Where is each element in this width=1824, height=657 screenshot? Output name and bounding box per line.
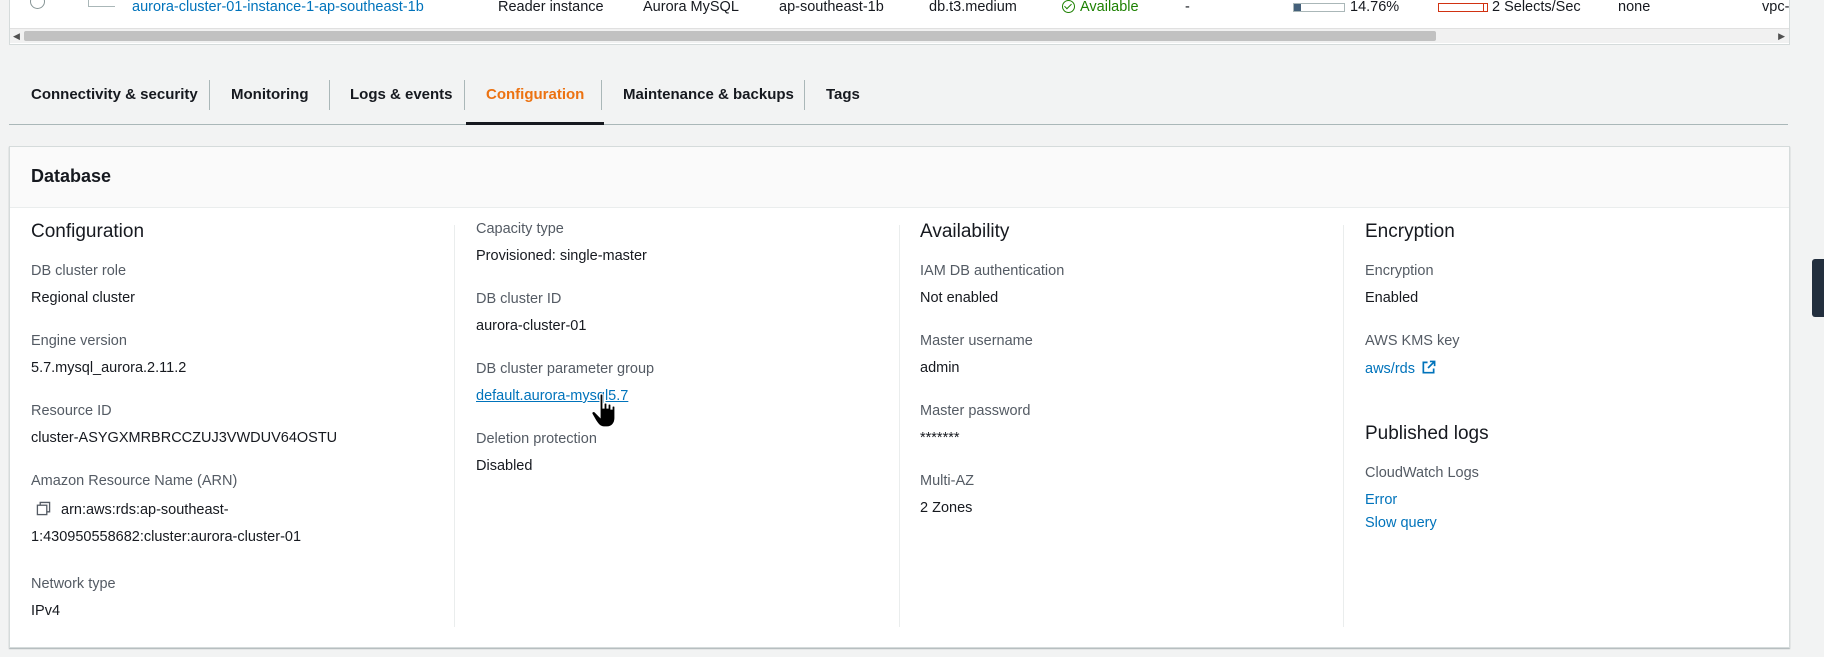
encryption-label: Encryption bbox=[1365, 263, 1434, 279]
master-username-value: admin bbox=[920, 360, 960, 376]
column-divider bbox=[899, 225, 900, 627]
arn-label: Amazon Resource Name (ARN) bbox=[31, 473, 238, 489]
tab-connectivity-security[interactable]: Connectivity & security bbox=[31, 72, 198, 124]
side-panel-handle[interactable] bbox=[1812, 259, 1824, 317]
multi-az-value: 2 Zones bbox=[920, 500, 973, 516]
external-link-icon bbox=[1422, 360, 1436, 374]
network-type-value: IPv4 bbox=[31, 603, 61, 619]
status-text: Available bbox=[1080, 0, 1139, 15]
cpu-usage-fill bbox=[1294, 4, 1302, 11]
scrollbar-thumb[interactable] bbox=[24, 31, 1436, 41]
db-cluster-role-label: DB cluster role bbox=[31, 263, 127, 279]
log-slow-query-link[interactable]: Slow query bbox=[1365, 515, 1437, 531]
tree-connector bbox=[88, 0, 115, 7]
activity-marker bbox=[1483, 3, 1484, 12]
tab-tags[interactable]: Tags bbox=[826, 72, 860, 124]
instance-role: Reader instance bbox=[498, 0, 604, 15]
engine-version-value: 5.7.mysql_aurora.2.11.2 bbox=[31, 360, 187, 376]
resource-id-label: Resource ID bbox=[31, 403, 112, 419]
deletion-protection-value: Disabled bbox=[476, 458, 533, 474]
tab-divider bbox=[209, 80, 210, 110]
published-logs-heading: Published logs bbox=[1365, 423, 1489, 444]
instances-table: aurora-cluster-01-instance-1-ap-southeas… bbox=[9, 0, 1790, 45]
network-type-label: Network type bbox=[31, 576, 116, 592]
table-row: aurora-cluster-01-instance-1-ap-southeas… bbox=[10, 0, 1789, 20]
tab-configuration[interactable]: Configuration bbox=[465, 72, 605, 125]
kms-key-link[interactable]: aws/rds bbox=[1365, 360, 1436, 377]
log-error-link[interactable]: Error bbox=[1365, 492, 1397, 508]
activity-value: 2 Selects/Sec bbox=[1492, 0, 1581, 15]
panel-title: Database bbox=[31, 166, 112, 186]
capacity-type-label: Capacity type bbox=[476, 221, 564, 237]
iam-auth-label: IAM DB authentication bbox=[920, 263, 1065, 279]
database-panel: Database Configuration DB cluster role R… bbox=[9, 146, 1790, 648]
cpu-usage-value: 14.76% bbox=[1350, 0, 1400, 15]
column-divider bbox=[454, 225, 455, 627]
horizontal-scrollbar[interactable]: ◀ ▶ bbox=[10, 28, 1789, 43]
panel-header: Database bbox=[10, 147, 1789, 208]
db-cluster-role-value: Regional cluster bbox=[31, 290, 135, 306]
vpc-value: vpc- bbox=[1762, 0, 1790, 15]
copy-icon[interactable] bbox=[36, 501, 51, 516]
scroll-right-icon[interactable]: ▶ bbox=[1778, 29, 1785, 43]
maintenance-value: none bbox=[1618, 0, 1651, 15]
tab-maintenance-backups[interactable]: Maintenance & backups bbox=[623, 72, 794, 124]
instance-az: ap-southeast-1b bbox=[779, 0, 884, 15]
deletion-protection-label: Deletion protection bbox=[476, 431, 597, 447]
capacity-type-value: Provisioned: single-master bbox=[476, 248, 647, 264]
db-cluster-id-label: DB cluster ID bbox=[476, 291, 562, 307]
cpu-usage-bar bbox=[1293, 3, 1345, 12]
arn-line-2: 1:430950558682:cluster:aurora-cluster-01 bbox=[31, 529, 302, 545]
tab-divider bbox=[464, 80, 465, 110]
tab-divider bbox=[329, 80, 330, 110]
instance-size: db.t3.medium bbox=[929, 0, 1017, 15]
iam-auth-value: Not enabled bbox=[920, 290, 999, 306]
check-circle-icon bbox=[1062, 0, 1075, 13]
tab-logs-events[interactable]: Logs & events bbox=[350, 72, 453, 124]
multi-az-label: Multi-AZ bbox=[920, 473, 974, 489]
master-password-value: ******* bbox=[920, 430, 960, 446]
tab-monitoring[interactable]: Monitoring bbox=[231, 72, 308, 124]
encryption-value: Enabled bbox=[1365, 290, 1419, 306]
master-username-label: Master username bbox=[920, 333, 1033, 349]
detail-tabs: Connectivity & security Monitoring Logs … bbox=[9, 72, 1788, 125]
tab-divider bbox=[804, 80, 805, 110]
tab-divider bbox=[601, 80, 602, 110]
arn-line-1: arn:aws:rds:ap-southeast- bbox=[61, 502, 229, 518]
column-divider bbox=[1343, 225, 1344, 627]
kms-key-text: aws/rds bbox=[1365, 361, 1415, 377]
master-password-label: Master password bbox=[920, 403, 1031, 419]
row-select-radio[interactable] bbox=[30, 0, 45, 9]
kms-key-label: AWS KMS key bbox=[1365, 333, 1460, 349]
instance-engine: Aurora MySQL bbox=[643, 0, 739, 15]
status-badge: Available bbox=[1062, 0, 1139, 15]
encryption-heading: Encryption bbox=[1365, 221, 1455, 242]
hand-cursor-icon bbox=[591, 393, 616, 428]
parameter-group-label: DB cluster parameter group bbox=[476, 361, 655, 377]
engine-version-label: Engine version bbox=[31, 333, 127, 349]
configuration-heading: Configuration bbox=[31, 221, 145, 242]
cloudwatch-logs-label: CloudWatch Logs bbox=[1365, 465, 1479, 481]
scroll-left-icon[interactable]: ◀ bbox=[13, 29, 20, 43]
availability-heading: Availability bbox=[920, 221, 1010, 242]
instance-name-link[interactable]: aurora-cluster-01-instance-1-ap-southeas… bbox=[132, 0, 424, 15]
arn-value: arn:aws:rds:ap-southeast- 1:430950558682… bbox=[31, 497, 431, 557]
activity-bar bbox=[1438, 3, 1488, 12]
db-cluster-id-value: aurora-cluster-01 bbox=[476, 318, 587, 334]
resource-id-value: cluster-ASYGXMRBRCCZUJ3VWDUV64OSTU bbox=[31, 430, 338, 446]
instance-dash: - bbox=[1185, 0, 1190, 15]
